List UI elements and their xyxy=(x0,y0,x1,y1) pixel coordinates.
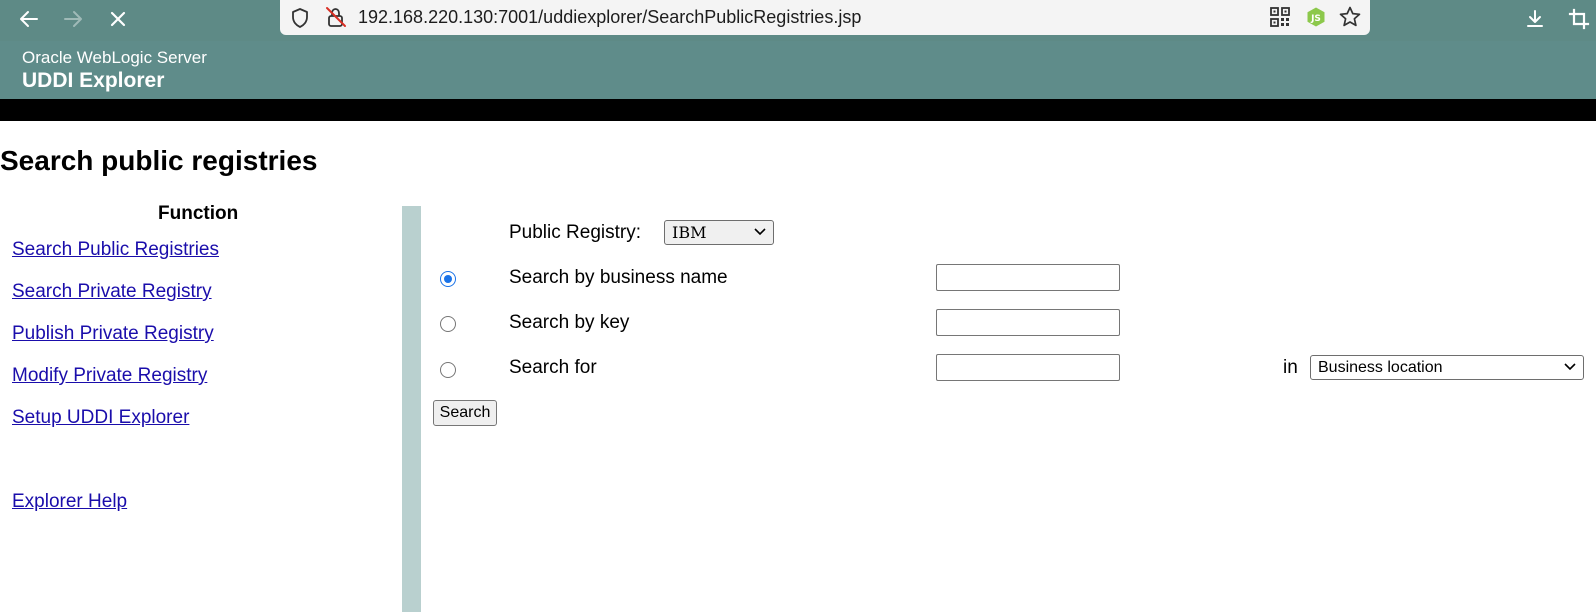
search-for-scope-select[interactable]: Business location xyxy=(1310,355,1584,380)
url-text[interactable]: 192.168.220.130:7001/uddiexplorer/Search… xyxy=(358,7,861,28)
svg-text:JS: JS xyxy=(1310,14,1321,24)
page-title: Search public registries xyxy=(0,145,318,176)
radio-search-for[interactable] xyxy=(440,362,456,378)
link-publish-private-registry[interactable]: Publish Private Registry xyxy=(12,323,214,345)
stop-icon xyxy=(110,11,126,27)
link-explorer-help[interactable]: Explorer Help xyxy=(12,491,127,513)
link-setup-uddi-explorer[interactable]: Setup UDDI Explorer xyxy=(12,407,189,429)
public-registry-label: Public Registry: xyxy=(509,222,641,243)
search-by-key-label: Search by key xyxy=(509,312,630,333)
back-icon xyxy=(20,11,38,27)
public-registry-value: IBM xyxy=(672,223,707,242)
address-bar[interactable]: 192.168.220.130:7001/uddiexplorer/Search… xyxy=(280,0,1370,35)
stop-button[interactable] xyxy=(104,5,132,33)
app-header: Oracle WebLogic Server UDDI Explorer xyxy=(0,41,1596,99)
back-button[interactable] xyxy=(15,5,43,33)
forward-icon xyxy=(64,11,82,27)
column-divider xyxy=(402,206,421,612)
search-button[interactable]: Search xyxy=(433,400,497,426)
crop-button[interactable] xyxy=(1565,5,1593,33)
search-for-input[interactable] xyxy=(936,354,1120,381)
shield-icon[interactable] xyxy=(290,7,310,29)
header-divider-bar xyxy=(0,99,1596,121)
chevron-down-icon xyxy=(1564,363,1576,371)
search-for-label: Search for xyxy=(509,357,597,378)
radio-search-by-business-name[interactable] xyxy=(440,271,456,287)
download-icon xyxy=(1527,10,1543,27)
in-label: in xyxy=(1283,357,1298,378)
search-by-business-name-label: Search by business name xyxy=(509,267,728,288)
header-title: UDDI Explorer xyxy=(22,69,165,92)
function-heading: Function xyxy=(158,203,239,224)
crop-icon xyxy=(1568,8,1590,30)
header-subtitle: Oracle WebLogic Server xyxy=(22,48,207,67)
chevron-down-icon xyxy=(754,228,766,236)
link-search-private-registry[interactable]: Search Private Registry xyxy=(12,281,212,303)
insecure-lock-icon[interactable] xyxy=(325,6,347,28)
search-for-scope-value: Business location xyxy=(1318,359,1443,376)
download-button[interactable] xyxy=(1521,5,1549,33)
business-name-input[interactable] xyxy=(936,264,1120,291)
qr-code-icon[interactable] xyxy=(1270,7,1290,27)
forward-button[interactable] xyxy=(59,5,87,33)
key-input[interactable] xyxy=(936,309,1120,336)
link-search-public-registries[interactable]: Search Public Registries xyxy=(12,239,219,261)
link-modify-private-registry[interactable]: Modify Private Registry xyxy=(12,365,207,387)
bookmark-star-icon[interactable] xyxy=(1338,5,1362,29)
public-registry-select[interactable]: IBM xyxy=(664,220,774,245)
nodejs-extension-icon[interactable]: JS xyxy=(1305,6,1327,28)
radio-search-by-key[interactable] xyxy=(440,316,456,332)
browser-toolbar: 192.168.220.130:7001/uddiexplorer/Search… xyxy=(0,0,1596,41)
